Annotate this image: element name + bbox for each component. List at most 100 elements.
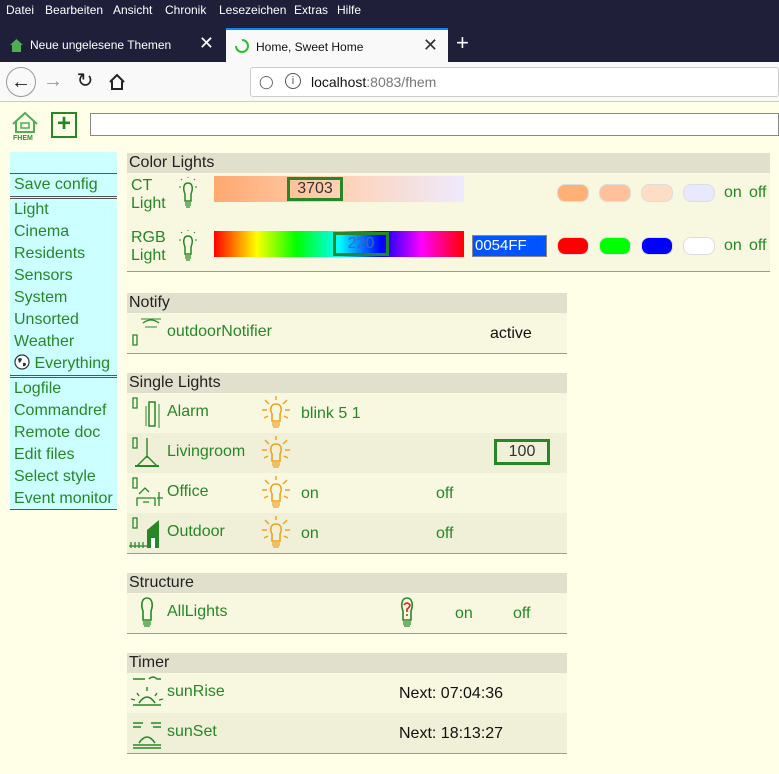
bulb-on-icon[interactable] xyxy=(261,436,291,470)
menu-room-sensors[interactable]: Sensors xyxy=(10,265,117,287)
menu-room-everything[interactable]: Everything xyxy=(10,353,117,375)
alarm-lamp-icon xyxy=(132,397,160,428)
info-icon[interactable]: i xyxy=(285,73,301,89)
tab-title: Home, Sweet Home xyxy=(256,40,364,54)
rgb-off-link[interactable]: off xyxy=(749,237,767,255)
group-title: Timer xyxy=(127,653,567,673)
office-off-link[interactable]: off xyxy=(436,485,454,503)
menu-lesezeichen[interactable]: Lesezeichen xyxy=(219,3,286,17)
house-favicon-icon xyxy=(10,39,23,52)
alarm-state-link[interactable]: blink 5 1 xyxy=(301,405,361,423)
menu-edit-files[interactable]: Edit files xyxy=(10,444,117,466)
outdoor-off-link[interactable]: off xyxy=(436,525,454,543)
menu-select-style[interactable]: Select style xyxy=(10,466,117,488)
livingroom-dim-slider[interactable]: 100 xyxy=(494,439,550,465)
close-icon[interactable]: ✕ xyxy=(423,36,438,54)
alllights-off-link[interactable]: off xyxy=(513,605,531,623)
menu-commandref[interactable]: Commandref xyxy=(10,400,117,422)
new-tab-button[interactable]: + xyxy=(456,28,469,58)
device-row-sunset: sunSet Next: 18:13:27 xyxy=(127,713,567,753)
menu-room-light[interactable]: Light xyxy=(10,199,117,221)
reload-button[interactable]: ↻ xyxy=(70,67,100,97)
shield-icon[interactable]: ◯ xyxy=(259,74,274,90)
group-title: Structure xyxy=(127,573,567,593)
tab-fhem[interactable]: Home, Sweet Home ✕ xyxy=(226,28,448,62)
menu-bearbeiten[interactable]: Bearbeiten xyxy=(45,3,103,17)
device-name-sunrise[interactable]: sunRise xyxy=(167,683,225,701)
navigation-bar: ← → ↻ ◯ i localhost:8083/fhem xyxy=(0,62,779,102)
tab-title: Neue ungelesene Themen xyxy=(30,38,172,52)
menu-room-system[interactable]: System xyxy=(10,287,117,309)
sunset-next-time: Next: 18:13:27 xyxy=(399,725,504,742)
group-single-lights: Single Lights Alarm blink 5 1 Livingroom… xyxy=(127,373,567,554)
menu-room-cinema[interactable]: Cinema xyxy=(10,221,117,243)
device-name-alllights[interactable]: AllLights xyxy=(167,603,227,621)
menu-room-unsorted[interactable]: Unsorted xyxy=(10,309,117,331)
browser-menubar: Datei Bearbeiten Ansicht Chronik Lesezei… xyxy=(0,0,779,22)
close-icon[interactable]: ✕ xyxy=(199,34,214,52)
menu-room-residents[interactable]: Residents xyxy=(10,243,117,265)
menu-event-monitor[interactable]: Event monitor xyxy=(10,488,117,510)
alllights-on-link[interactable]: on xyxy=(455,605,473,623)
ct-preset-swatch-4[interactable] xyxy=(683,184,715,202)
menu-logfile[interactable]: Logfile xyxy=(10,378,117,400)
menu-save-config[interactable]: Save config xyxy=(10,174,117,196)
device-name-outdoor-notifier[interactable]: outdoorNotifier xyxy=(167,323,272,341)
ct-preset-swatch-2[interactable] xyxy=(599,184,631,202)
rgb-preset-swatch-3[interactable] xyxy=(641,237,673,255)
back-button[interactable]: ← xyxy=(6,67,36,97)
device-name-rgb-light[interactable]: RGB Light xyxy=(131,229,166,265)
menu-extras[interactable]: Extras xyxy=(294,3,328,17)
ct-slider-handle[interactable]: 3703 xyxy=(287,177,343,201)
forward-button[interactable]: → xyxy=(38,67,68,97)
device-name-ct-light[interactable]: CT Light xyxy=(131,177,166,213)
menu-ansicht[interactable]: Ansicht xyxy=(113,3,152,17)
bulb-on-icon[interactable] xyxy=(261,396,291,430)
rgb-preset-swatch-4[interactable] xyxy=(683,237,715,255)
ct-preset-swatch-1[interactable] xyxy=(557,184,589,202)
bulb-off-icon[interactable] xyxy=(179,230,197,264)
ct-off-link[interactable]: off xyxy=(749,184,767,202)
rgb-on-link[interactable]: on xyxy=(724,237,742,255)
bulb-on-icon[interactable] xyxy=(261,476,291,510)
command-input[interactable] xyxy=(90,113,779,136)
device-name-office[interactable]: Office xyxy=(167,483,209,501)
group-timer: Timer sunRise Next: 07:04:36 sunSet Next… xyxy=(127,653,567,754)
device-row-alllights: AllLights on off xyxy=(127,593,567,633)
menu-datei[interactable]: Datei xyxy=(6,3,34,17)
device-name-sunset[interactable]: sunSet xyxy=(167,723,217,741)
device-name-livingroom[interactable]: Livingroom xyxy=(167,443,245,461)
bulb-unknown-icon[interactable] xyxy=(397,596,417,630)
home-button[interactable] xyxy=(102,67,132,97)
device-row-sunrise: sunRise Next: 07:04:36 xyxy=(127,673,567,713)
rgb-preset-swatch-2[interactable] xyxy=(599,237,631,255)
room-menu: Save config Light Cinema Residents Senso… xyxy=(10,152,117,510)
rgb-preset-swatch-1[interactable] xyxy=(557,237,589,255)
ct-on-link[interactable]: on xyxy=(724,184,742,202)
office-on-link[interactable]: on xyxy=(301,485,319,503)
device-row-outdoor: Outdoor on off xyxy=(127,513,567,553)
bulb-off-icon[interactable] xyxy=(179,177,197,211)
device-name-outdoor[interactable]: Outdoor xyxy=(167,523,225,541)
ct-preset-swatch-3[interactable] xyxy=(641,184,673,202)
rgb-color-input[interactable]: 0054FF xyxy=(472,235,547,257)
svg-text:FHEM: FHEM xyxy=(13,135,33,142)
home-icon xyxy=(109,73,125,90)
menu-room-weather[interactable]: Weather xyxy=(10,331,117,353)
hue-slider-handle[interactable]: 220 xyxy=(333,232,389,256)
outdoor-on-link[interactable]: on xyxy=(301,525,319,543)
add-device-button[interactable]: + xyxy=(51,112,77,138)
device-row-alarm: Alarm blink 5 1 xyxy=(127,393,567,433)
bulb-on-icon[interactable] xyxy=(261,516,291,550)
tab-forum[interactable]: Neue ungelesene Themen ✕ xyxy=(0,28,224,62)
group-color-lights: Color Lights CT Light 3703 on off RGB Ligh… xyxy=(127,153,770,272)
url-bar[interactable]: ◯ i localhost:8083/fhem xyxy=(250,67,779,97)
device-name-alarm[interactable]: Alarm xyxy=(167,403,209,421)
menu-chronik[interactable]: Chronik xyxy=(165,3,206,17)
device-state: active xyxy=(490,325,532,342)
sunrise-icon xyxy=(130,676,164,706)
fhem-logo-icon[interactable]: FHEM xyxy=(10,110,40,142)
globe-icon xyxy=(14,354,30,370)
menu-remote-doc[interactable]: Remote doc xyxy=(10,422,117,444)
menu-hilfe[interactable]: Hilfe xyxy=(337,3,361,17)
